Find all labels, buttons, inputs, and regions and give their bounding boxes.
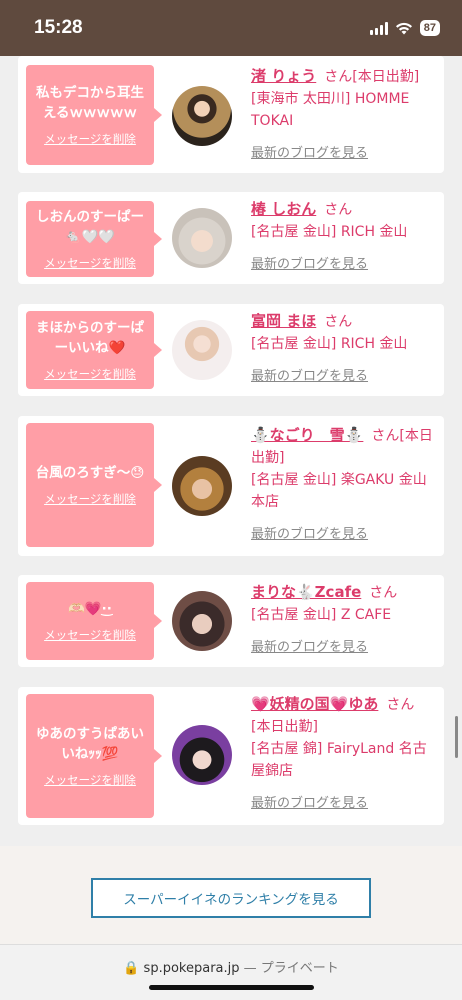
home-indicator[interactable] <box>149 985 314 990</box>
honorific: さん <box>386 697 415 713</box>
message-bubble: 台風のろすぎ〜😓 メッセージを削除 <box>26 423 162 547</box>
message-card: ゆあのすうぱあいいねｯｯ💯 メッセージを削除 💗妖精の国💗ゆあ さん [本日出勤]… <box>18 687 444 825</box>
status-bar: 15:28 87 <box>0 0 462 56</box>
message-bubble: 🫶🏻💗·͜· メッセージを削除 <box>26 582 162 660</box>
latest-blog-link[interactable]: 最新のブログを見る <box>251 365 433 384</box>
message-card: 私もデコから耳生えるｗｗｗｗｗ メッセージを削除 渚 りょう さん[本日出勤] [… <box>18 56 444 173</box>
delete-message-link[interactable]: メッセージを削除 <box>44 772 136 788</box>
latest-blog-link[interactable]: 最新のブログを見る <box>251 253 433 272</box>
message-bubble: まほからのすーぱーいいね❤️ メッセージを削除 <box>26 311 162 389</box>
shop-name: [東海市 太田川] HOMME TOKAI <box>251 91 410 129</box>
scroll-indicator[interactable] <box>455 716 458 758</box>
wifi-icon <box>395 22 413 35</box>
message-list: 私もデコから耳生えるｗｗｗｗｗ メッセージを削除 渚 りょう さん[本日出勤] [… <box>0 56 462 846</box>
cast-avatar[interactable] <box>172 320 232 380</box>
cast-name-link[interactable]: 💗妖精の国💗ゆあ <box>251 695 378 713</box>
message-bubble: ゆあのすうぱあいいねｯｯ💯 メッセージを削除 <box>26 694 162 818</box>
latest-blog-link[interactable]: 最新のブログを見る <box>251 792 433 811</box>
honorific: さん <box>369 585 398 601</box>
message-text: 🫶🏻💗·͜· <box>68 601 112 617</box>
message-text: ゆあのすうぱあいいねｯｯ💯 <box>36 726 144 762</box>
message-text: 私もデコから耳生えるｗｗｗｗｗ <box>36 85 144 121</box>
cast-info: ⛄なごり 雪⛄ さん[本日出勤] [名古屋 金山] 楽GAKU 金山本店 最新のブ… <box>251 424 433 542</box>
cast-avatar[interactable] <box>172 86 232 146</box>
private-label: — プライベート <box>243 961 339 976</box>
delete-message-link[interactable]: メッセージを削除 <box>44 627 136 643</box>
honorific: さん <box>324 69 353 85</box>
attendance-status: [本日出勤] <box>251 719 318 735</box>
delete-message-link[interactable]: メッセージを削除 <box>44 131 136 147</box>
honorific: さん <box>371 428 400 444</box>
honorific: さん <box>324 314 353 330</box>
message-text: 台風のろすぎ〜😓 <box>35 465 145 481</box>
cast-avatar[interactable] <box>172 456 232 516</box>
honorific: さん <box>324 202 353 218</box>
delete-message-link[interactable]: メッセージを削除 <box>44 491 136 507</box>
shop-name: [名古屋 金山] 楽GAKU 金山本店 <box>251 472 427 510</box>
message-card: 台風のろすぎ〜😓 メッセージを削除 ⛄なごり 雪⛄ さん[本日出勤] [名古屋 金… <box>18 416 444 556</box>
cast-avatar[interactable] <box>172 591 232 651</box>
ranking-button[interactable]: スーパーイイネのランキングを見る <box>91 878 371 918</box>
cast-info: 渚 りょう さん[本日出勤] [東海市 太田川] HOMME TOKAI 最新のブ… <box>251 65 433 161</box>
delete-message-link[interactable]: メッセージを削除 <box>44 255 136 271</box>
cast-name-link[interactable]: 椿 しおん <box>251 200 316 218</box>
message-text: まほからのすーぱーいいね❤️ <box>36 320 144 356</box>
battery-icon: 87 <box>419 20 440 36</box>
latest-blog-link[interactable]: 最新のブログを見る <box>251 636 433 655</box>
cast-name-link[interactable]: ⛄なごり 雪⛄ <box>251 426 363 444</box>
page-footer: スーパーイイネのランキングを見る <box>0 846 462 944</box>
attendance-status: [本日出勤] <box>352 69 420 85</box>
shop-name: [名古屋 金山] RICH 金山 <box>251 224 408 240</box>
latest-blog-link[interactable]: 最新のブログを見る <box>251 142 433 161</box>
shop-name: [名古屋 金山] Z CAFE <box>251 607 392 623</box>
cast-info: 💗妖精の国💗ゆあ さん [本日出勤] [名古屋 錦] FairyLand 名古屋錦… <box>251 693 433 811</box>
status-time: 15:28 <box>34 17 83 38</box>
cast-info: まりな🐇Zcafe さん [名古屋 金山] Z CAFE 最新のブログを見る <box>251 581 433 655</box>
delete-message-link[interactable]: メッセージを削除 <box>44 366 136 382</box>
message-card: しおんのすーぱー🐁🤍🤍 メッセージを削除 椿 しおん さん [名古屋 金山] RI… <box>18 192 444 284</box>
browser-address-bar[interactable]: 🔒 sp.pokepara.jp — プライベート <box>0 944 462 1000</box>
cellular-signal-icon <box>369 21 388 35</box>
cast-avatar[interactable] <box>172 208 232 268</box>
message-bubble: しおんのすーぱー🐁🤍🤍 メッセージを削除 <box>26 201 162 277</box>
message-card: 🫶🏻💗·͜· メッセージを削除 まりな🐇Zcafe さん [名古屋 金山] Z C… <box>18 575 444 667</box>
url-domain: sp.pokepara.jp <box>143 961 240 976</box>
message-text: しおんのすーぱー🐁🤍🤍 <box>36 209 144 245</box>
shop-name: [名古屋 錦] FairyLand 名古屋錦店 <box>251 741 427 779</box>
latest-blog-link[interactable]: 最新のブログを見る <box>251 523 433 542</box>
cast-info: 富岡 まほ さん [名古屋 金山] RICH 金山 最新のブログを見る <box>251 310 433 384</box>
shop-name: [名古屋 金山] RICH 金山 <box>251 336 408 352</box>
cast-info: 椿 しおん さん [名古屋 金山] RICH 金山 最新のブログを見る <box>251 198 433 272</box>
message-bubble: 私もデコから耳生えるｗｗｗｗｗ メッセージを削除 <box>26 65 162 165</box>
lock-icon: 🔒 <box>123 961 140 976</box>
cast-name-link[interactable]: 富岡 まほ <box>251 312 316 330</box>
message-card: まほからのすーぱーいいね❤️ メッセージを削除 富岡 まほ さん [名古屋 金山]… <box>18 304 444 396</box>
status-icons: 87 <box>369 20 440 36</box>
cast-name-link[interactable]: 渚 りょう <box>251 67 316 85</box>
cast-name-link[interactable]: まりな🐇Zcafe <box>251 583 361 601</box>
cast-avatar[interactable] <box>172 725 232 785</box>
